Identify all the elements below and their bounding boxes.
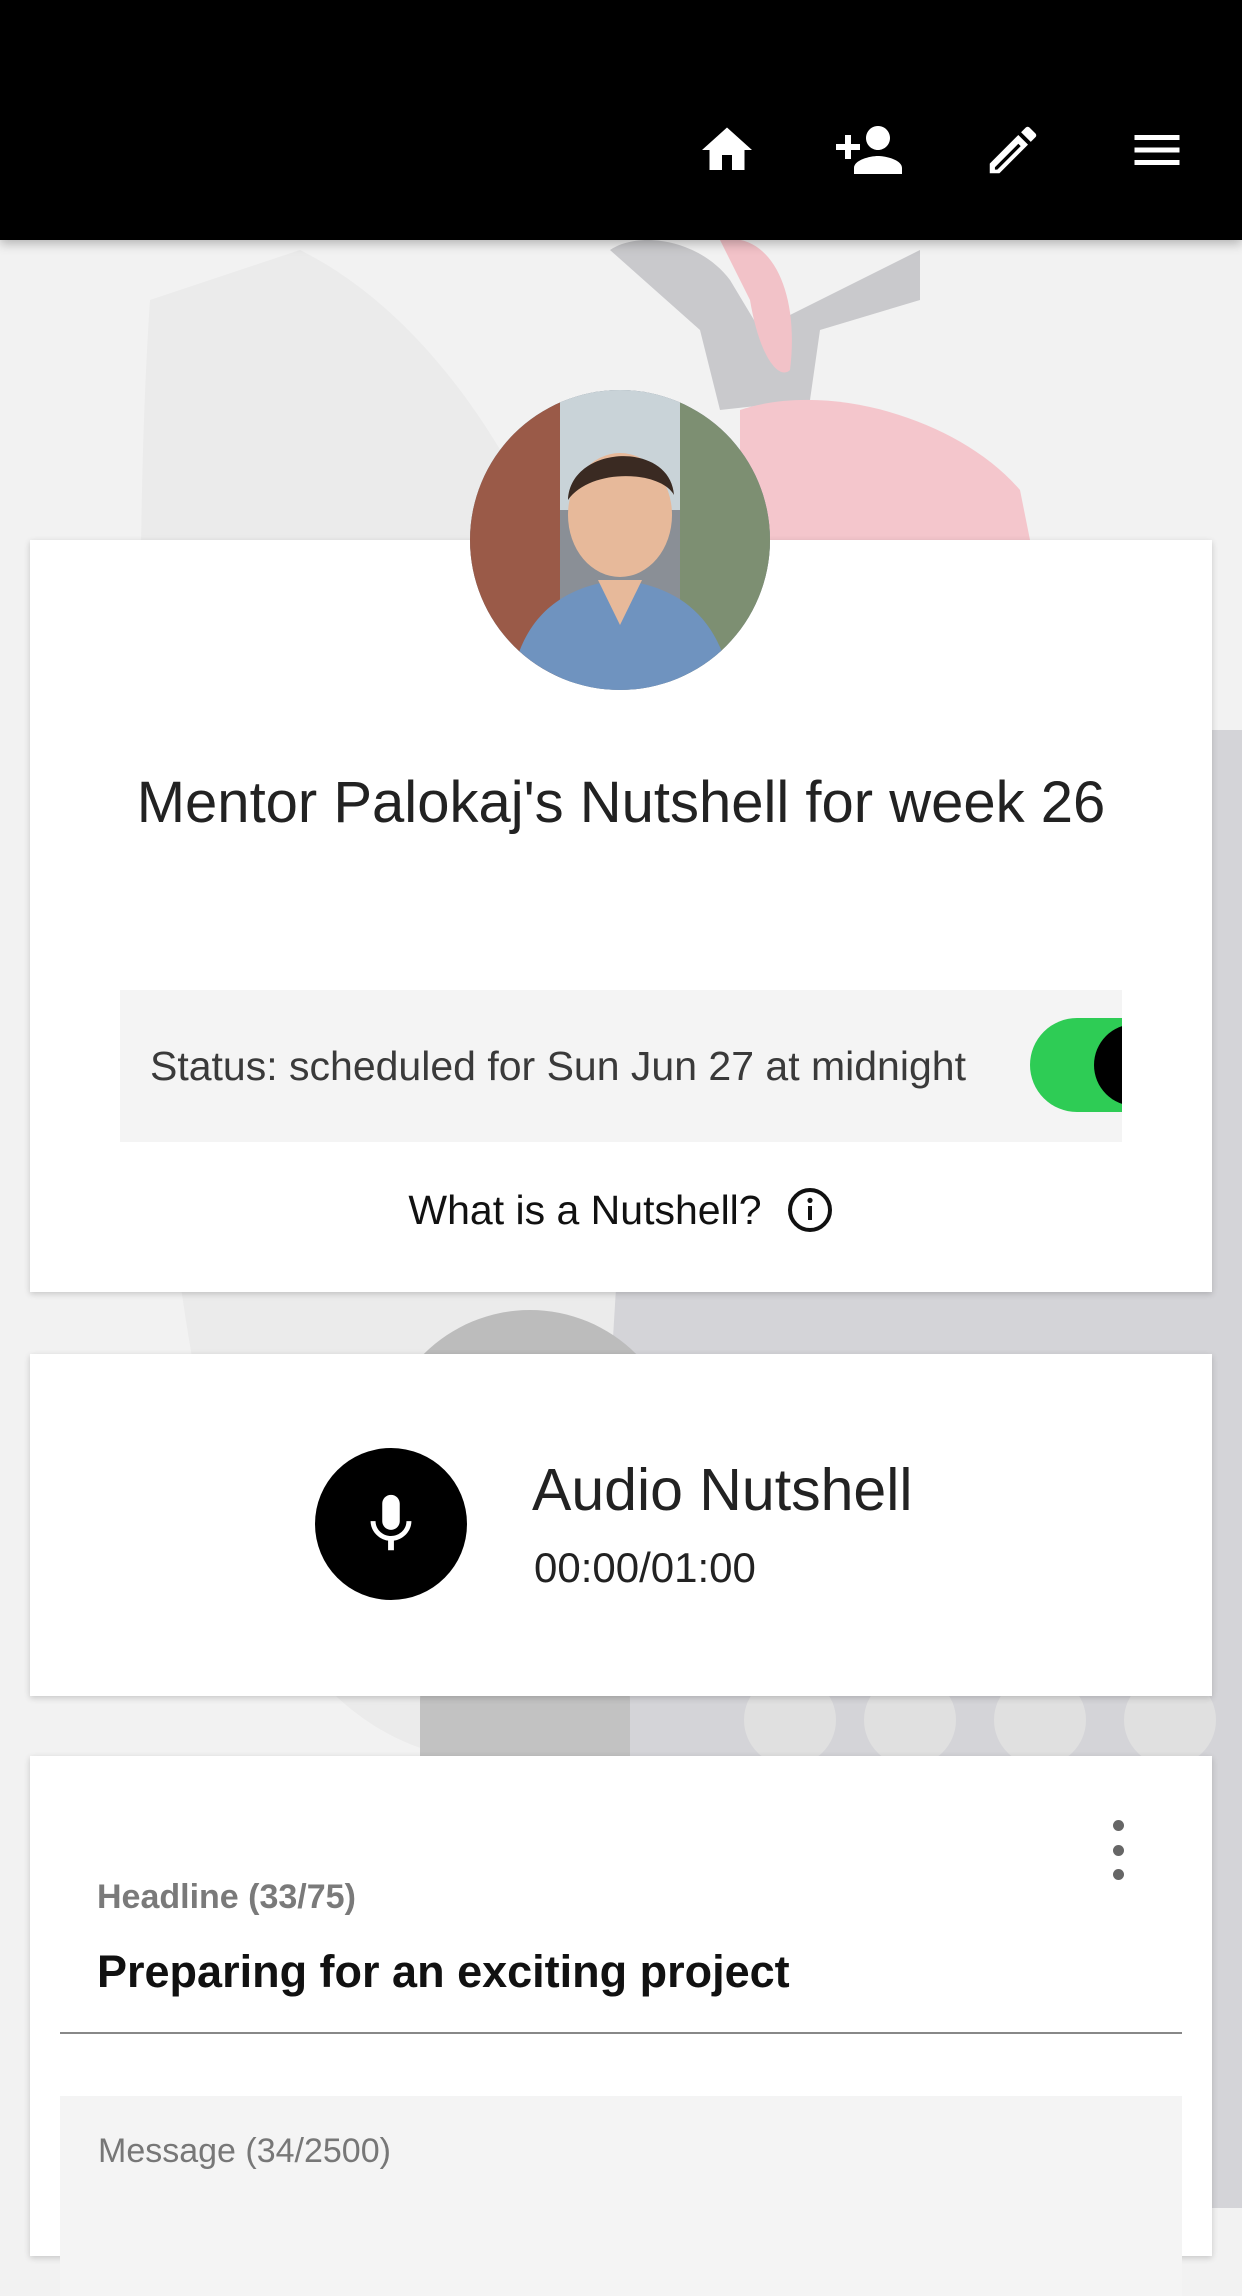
add-person-button[interactable] — [824, 110, 914, 190]
nutshell-editor-card: Headline (33/75) Preparing for an exciti… — [30, 1756, 1212, 2296]
headline-input[interactable]: Preparing for an exciting project — [97, 1946, 790, 1998]
audio-card: Audio Nutshell 00:00/01:00 — [30, 1354, 1212, 1696]
message-label: Message (34/2500) — [98, 2132, 391, 2170]
info-icon — [787, 1188, 832, 1232]
record-audio-button[interactable] — [315, 1448, 467, 1600]
page-title: Mentor Palokaj's Nutshell for week 26 — [136, 770, 1106, 835]
edit-button[interactable] — [968, 110, 1058, 190]
pencil-icon — [989, 126, 1037, 174]
more-vert-icon-dot — [1112, 1844, 1124, 1856]
audio-title: Audio Nutshell — [532, 1457, 913, 1523]
toggle-knob — [1094, 1024, 1122, 1106]
audio-timer: 00:00/01:00 — [534, 1544, 756, 1591]
schedule-toggle[interactable] — [1030, 1018, 1122, 1112]
avatar-photo — [470, 390, 770, 690]
headline-label: Headline (33/75) — [97, 1878, 356, 1916]
help-text: What is a Nutshell? — [408, 1186, 762, 1233]
add-person-icon — [836, 126, 902, 174]
menu-button[interactable] — [1112, 110, 1202, 190]
home-button[interactable] — [682, 110, 772, 190]
more-vert-icon — [1112, 1820, 1124, 1831]
what-is-nutshell-link[interactable]: What is a Nutshell? — [30, 1170, 1212, 1250]
top-nav-bar — [0, 0, 1242, 240]
message-field[interactable]: Message (34/2500) — [60, 2096, 1182, 2296]
status-row: Status: scheduled for Sun Jun 27 at midn… — [120, 990, 1122, 1142]
hamburger-menu-icon — [1134, 135, 1180, 165]
headline-underline — [60, 2032, 1182, 2034]
avatar — [470, 390, 770, 690]
more-vert-icon-dot — [1112, 1869, 1124, 1880]
home-icon — [702, 127, 752, 170]
status-text: Status: scheduled for Sun Jun 27 at midn… — [150, 1043, 966, 1089]
more-options-button[interactable] — [1094, 1820, 1142, 1880]
microphone-icon — [370, 1494, 412, 1551]
